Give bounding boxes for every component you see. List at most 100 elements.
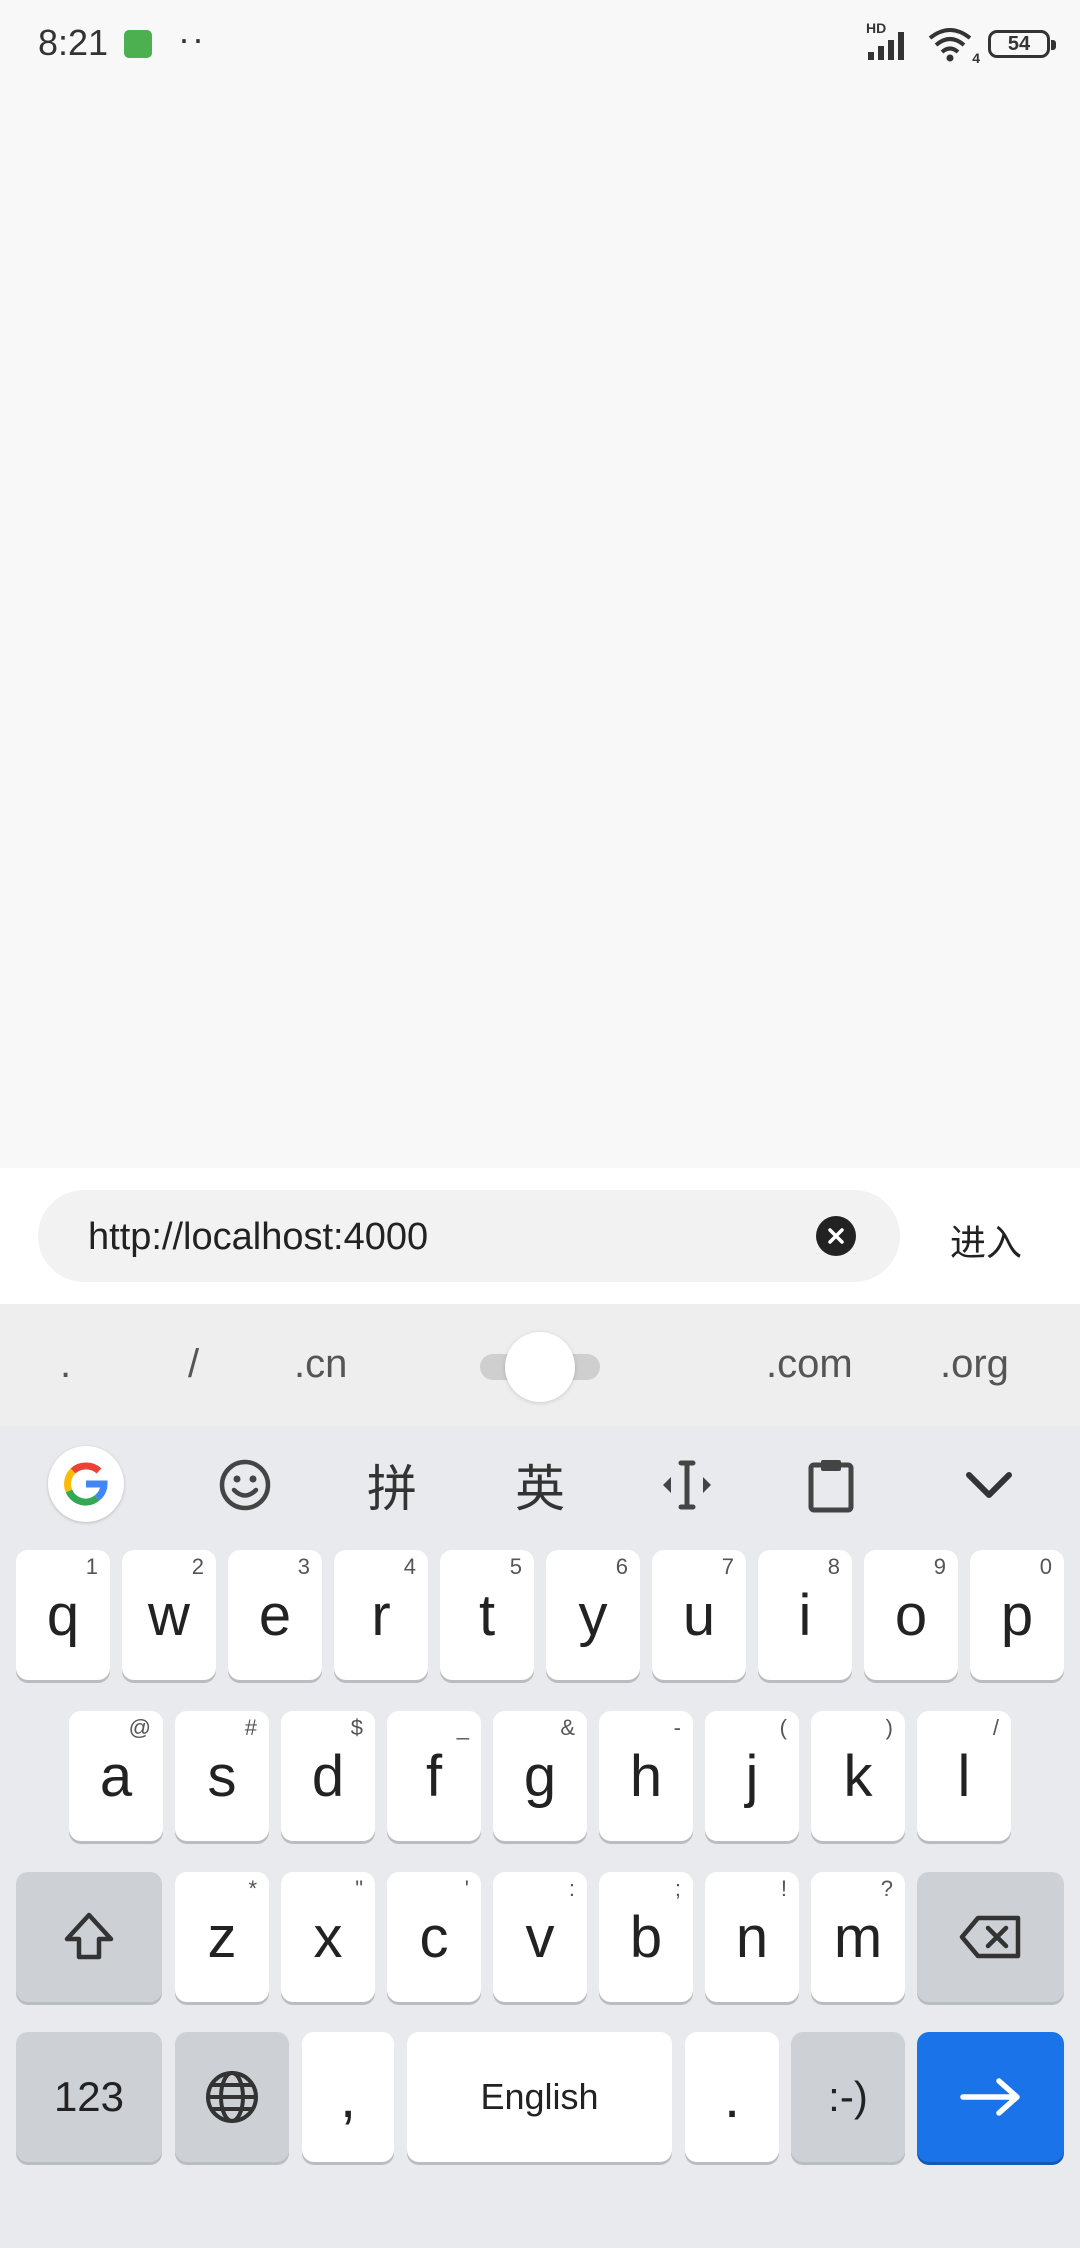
key-m[interactable]: m? bbox=[811, 1872, 905, 2002]
key-f[interactable]: f _ bbox=[387, 1711, 481, 1841]
shift-key[interactable] bbox=[16, 1872, 162, 2002]
key-x[interactable]: x " bbox=[281, 1872, 375, 2002]
key-hint: @ bbox=[128, 1715, 151, 1740]
key-w[interactable]: w2 bbox=[122, 1550, 216, 1680]
key-hint: 0 bbox=[1039, 1554, 1052, 1579]
key-char: s bbox=[207, 1743, 237, 1809]
key-h[interactable]: h- bbox=[599, 1711, 693, 1841]
key-char: x bbox=[313, 1904, 343, 1970]
battery-icon: 54 bbox=[988, 30, 1056, 58]
key-k[interactable]: k) bbox=[811, 1711, 905, 1841]
clear-url-button[interactable] bbox=[816, 1216, 856, 1256]
key-t[interactable]: t5 bbox=[440, 1550, 534, 1680]
emoticon-key[interactable]: :-) bbox=[791, 2032, 905, 2162]
key-q[interactable]: q1 bbox=[16, 1550, 110, 1680]
key-p[interactable]: p0 bbox=[970, 1550, 1064, 1680]
language-key[interactable] bbox=[175, 2032, 289, 2162]
key-y[interactable]: y6 bbox=[546, 1550, 640, 1680]
key-char: g bbox=[523, 1743, 557, 1809]
key-z[interactable]: z * bbox=[175, 1872, 269, 2002]
key-char: i bbox=[798, 1582, 812, 1648]
key-hint: ? bbox=[880, 1876, 893, 1901]
keyboard: 拼 英 q1 w2 e3 r4 t5 y6 u7 i8 o 9 p 0 a @ … bbox=[0, 1426, 1080, 2248]
key-d[interactable]: d $ bbox=[281, 1711, 375, 1841]
key-char: n bbox=[735, 1904, 769, 1970]
key-char: u bbox=[682, 1582, 716, 1648]
english-mode-label: 英 bbox=[515, 1461, 565, 1517]
pinyin-mode-label: 拼 bbox=[367, 1461, 417, 1517]
key-char: w bbox=[148, 1582, 190, 1648]
more-notifications-indicator: ·· bbox=[178, 18, 206, 59]
key-n[interactable]: n! bbox=[705, 1872, 799, 2002]
key-hint: ' bbox=[464, 1876, 469, 1901]
url-input[interactable]: http://localhost:4000 bbox=[38, 1190, 900, 1282]
status-time: 8:21 bbox=[38, 22, 109, 63]
space-key-label: English bbox=[480, 2076, 599, 2117]
pinyin-mode-button[interactable]: 拼 bbox=[355, 1448, 429, 1522]
key-i[interactable]: i8 bbox=[758, 1550, 852, 1680]
key-char: q bbox=[46, 1582, 80, 1648]
english-mode-button[interactable]: 英 bbox=[503, 1448, 577, 1522]
key-hint: # bbox=[244, 1715, 257, 1740]
chevron-down-icon bbox=[966, 1472, 1012, 1498]
clipboard-icon bbox=[808, 1460, 854, 1513]
key-g[interactable]: g & bbox=[493, 1711, 587, 1841]
key-char: l bbox=[957, 1743, 971, 1809]
key-c[interactable]: c ' bbox=[387, 1872, 481, 2002]
key-u[interactable]: u7 bbox=[652, 1550, 746, 1680]
key-j[interactable]: j( bbox=[705, 1711, 799, 1841]
key-e[interactable]: e3 bbox=[228, 1550, 322, 1680]
backspace-key[interactable] bbox=[917, 1872, 1064, 2002]
key-char: y bbox=[578, 1582, 608, 1648]
key-b[interactable]: b; bbox=[599, 1872, 693, 2002]
emoji-icon bbox=[219, 1459, 271, 1511]
numbers-key[interactable]: 123 bbox=[16, 2032, 162, 2162]
suggest-cn[interactable]: .cn bbox=[294, 1342, 347, 1387]
text-cursor-button[interactable] bbox=[650, 1448, 724, 1522]
arrow-right-icon bbox=[959, 2078, 1020, 2116]
key-hint: 3 bbox=[297, 1554, 310, 1579]
go-key[interactable] bbox=[917, 2032, 1064, 2162]
key-r[interactable]: r4 bbox=[334, 1550, 428, 1680]
key-a[interactable]: a @ bbox=[69, 1711, 163, 1841]
key-char: b bbox=[629, 1904, 663, 1970]
comma-key-label: , bbox=[339, 2064, 357, 2130]
suggest-org[interactable]: .org bbox=[940, 1342, 1009, 1387]
wifi-icon: 4 bbox=[926, 26, 980, 66]
key-char: p bbox=[1000, 1582, 1034, 1648]
key-char: m bbox=[833, 1904, 883, 1970]
emoticon-key-label: :-) bbox=[828, 2073, 868, 2120]
key-l[interactable]: l / bbox=[917, 1711, 1011, 1841]
key-char: j bbox=[745, 1743, 759, 1809]
suggest-com[interactable]: .com bbox=[766, 1342, 853, 1387]
suggest-slash[interactable]: / bbox=[188, 1342, 199, 1387]
key-char: v bbox=[525, 1904, 555, 1970]
key-char: o bbox=[894, 1582, 928, 1648]
google-button[interactable] bbox=[48, 1446, 124, 1522]
shift-icon bbox=[64, 1912, 114, 1960]
cursor-slider-handle[interactable] bbox=[505, 1332, 575, 1402]
app-notification-icon bbox=[124, 30, 152, 58]
key-char: t bbox=[478, 1582, 496, 1648]
key-hint: _ bbox=[456, 1715, 469, 1740]
clipboard-button[interactable] bbox=[794, 1448, 868, 1522]
period-key[interactable]: . bbox=[685, 2032, 779, 2162]
key-hint: - bbox=[673, 1715, 681, 1740]
enter-button[interactable]: 进入 bbox=[950, 1214, 1022, 1266]
key-o[interactable]: o9 bbox=[864, 1550, 958, 1680]
key-v[interactable]: v: bbox=[493, 1872, 587, 2002]
key-hint: 7 bbox=[721, 1554, 734, 1579]
suggest-dot[interactable]: . bbox=[60, 1342, 71, 1387]
key-hint: * bbox=[248, 1876, 257, 1901]
collapse-keyboard-button[interactable] bbox=[952, 1448, 1026, 1522]
text-cursor-icon bbox=[663, 1460, 711, 1510]
emoji-button[interactable] bbox=[208, 1448, 282, 1522]
keyboard-toolbar: 拼 英 bbox=[0, 1426, 1080, 1544]
url-bar: http://localhost:4000 进入 bbox=[0, 1168, 1080, 1304]
globe-icon bbox=[206, 2071, 258, 2123]
comma-key[interactable]: , bbox=[302, 2032, 394, 2162]
key-s[interactable]: s # bbox=[175, 1711, 269, 1841]
backspace-icon bbox=[959, 1915, 1020, 1959]
key-hint: & bbox=[560, 1715, 575, 1740]
space-key[interactable]: English bbox=[407, 2032, 672, 2162]
